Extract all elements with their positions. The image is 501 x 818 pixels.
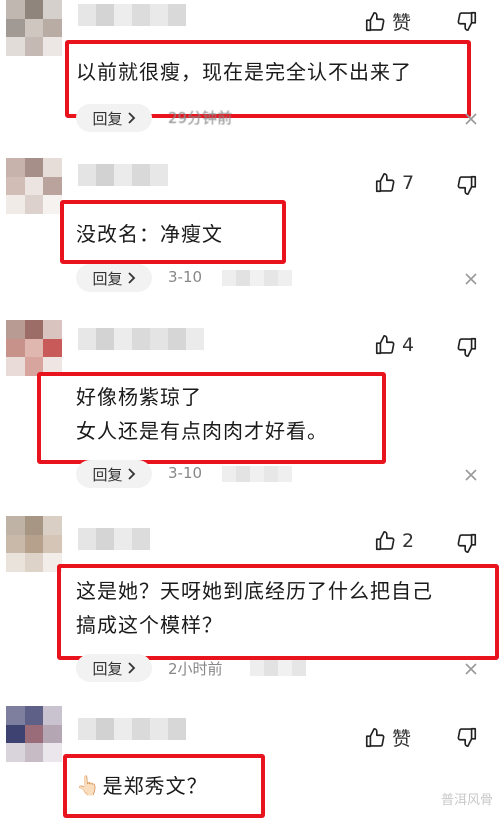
highlight-box bbox=[60, 200, 286, 264]
like-button[interactable]: 赞 bbox=[364, 8, 411, 35]
avatar[interactable] bbox=[6, 516, 62, 572]
like-count: 4 bbox=[402, 334, 415, 356]
like-count: 7 bbox=[402, 172, 415, 194]
reply-label: 回复 bbox=[92, 109, 123, 128]
thumbs-up-icon bbox=[365, 11, 385, 31]
comment-item: 7 没改名：净瘦文 回复 3-10 bbox=[0, 158, 501, 298]
comment-item: 赞 以前就很瘦，现在是完全认不出来了 回复 29分钟前 bbox=[0, 0, 501, 140]
avatar[interactable] bbox=[6, 158, 62, 214]
thumbs-down-icon[interactable] bbox=[456, 726, 478, 748]
reply-button[interactable]: 回复 bbox=[76, 460, 152, 488]
location-blurred bbox=[222, 466, 292, 482]
chevron-right-icon bbox=[127, 112, 135, 124]
reply-button[interactable]: 回复 bbox=[76, 654, 152, 682]
like-button[interactable]: 4 bbox=[374, 334, 414, 356]
location-blurred bbox=[222, 270, 292, 286]
close-icon[interactable] bbox=[463, 661, 479, 677]
username-blurred[interactable] bbox=[78, 328, 204, 350]
thumbs-down-icon[interactable] bbox=[456, 336, 478, 358]
username-blurred[interactable] bbox=[78, 528, 150, 550]
comment-time: 3-10 bbox=[168, 464, 203, 482]
reply-label: 回复 bbox=[92, 465, 123, 484]
username-blurred[interactable] bbox=[78, 164, 168, 186]
reply-button[interactable]: 回复 bbox=[76, 264, 152, 292]
username-blurred[interactable] bbox=[78, 4, 186, 26]
close-icon[interactable] bbox=[463, 467, 479, 483]
like-button[interactable]: 赞 bbox=[364, 724, 411, 751]
avatar[interactable] bbox=[6, 706, 62, 762]
chevron-right-icon bbox=[127, 662, 135, 674]
thumbs-up-icon bbox=[375, 335, 395, 355]
reply-button[interactable]: 回复 bbox=[76, 104, 152, 132]
chevron-right-icon bbox=[127, 468, 135, 480]
thumbs-down-icon[interactable] bbox=[456, 10, 478, 32]
thumbs-down-icon[interactable] bbox=[456, 532, 478, 554]
thumbs-down-icon[interactable] bbox=[456, 174, 478, 196]
avatar[interactable] bbox=[6, 320, 62, 376]
watermark: 普洱风骨 bbox=[440, 793, 493, 808]
username-blurred[interactable] bbox=[78, 718, 186, 740]
like-count: 2 bbox=[402, 530, 415, 552]
reply-label: 回复 bbox=[92, 269, 123, 288]
comment-item: 4 好像杨紫琼了 女人还是有点肉肉才好看。 回复 3-10 bbox=[0, 320, 501, 490]
location-blurred bbox=[250, 660, 306, 676]
like-button[interactable]: 7 bbox=[374, 172, 414, 194]
like-label: 赞 bbox=[392, 728, 412, 750]
comment-item: 赞 👆🏻 是郑秀文？ bbox=[0, 706, 501, 818]
comment-time: 3-10 bbox=[168, 268, 203, 286]
highlight-box bbox=[63, 754, 265, 818]
comment-time: 29分钟前 bbox=[168, 109, 233, 127]
close-icon[interactable] bbox=[463, 111, 479, 127]
reply-label: 回复 bbox=[92, 659, 123, 678]
avatar[interactable] bbox=[6, 0, 62, 56]
like-button[interactable]: 2 bbox=[374, 530, 414, 552]
thumbs-up-icon bbox=[375, 531, 395, 551]
comment-time: 2小时前 bbox=[168, 660, 223, 678]
close-icon[interactable] bbox=[463, 271, 479, 287]
comment-item: 2 这是她？天呀她到底经历了什么把自己 搞成这个模样？ 回复 2小时前 bbox=[0, 516, 501, 686]
thumbs-up-icon bbox=[365, 727, 385, 747]
like-label: 赞 bbox=[392, 12, 412, 34]
highlight-box bbox=[37, 372, 386, 464]
thumbs-up-icon bbox=[375, 173, 395, 193]
chevron-right-icon bbox=[127, 272, 135, 284]
highlight-box bbox=[57, 564, 499, 660]
